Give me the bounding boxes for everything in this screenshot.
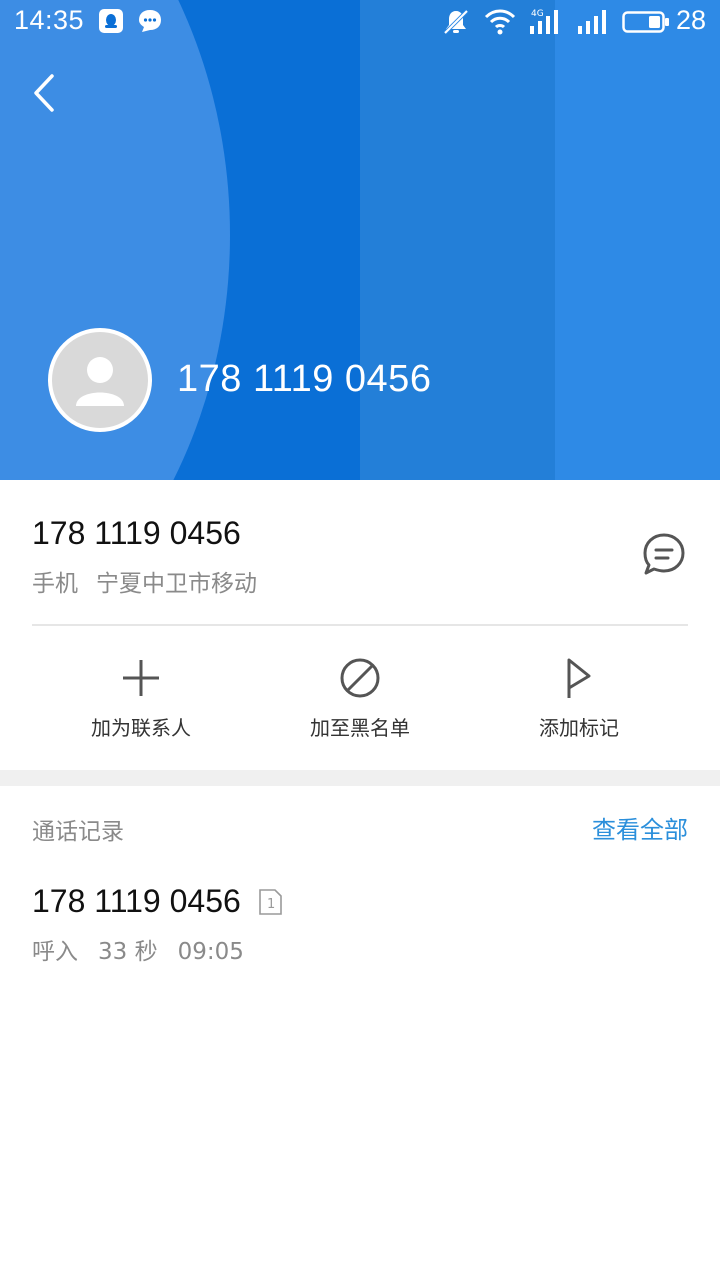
- call-history-title: 通话记录: [32, 819, 124, 845]
- status-bar: 14:35 4G 28: [0, 0, 720, 44]
- add-blacklist-label: 加至黑名单: [310, 716, 410, 740]
- network-type: 4G: [531, 9, 544, 19]
- sim-card-icon: 1: [259, 889, 282, 915]
- number-type: 手机: [32, 571, 78, 597]
- view-all-link[interactable]: 查看全部: [592, 810, 688, 845]
- number-info: 手机 宁夏中卫市移动: [32, 564, 275, 598]
- battery-level: 28: [676, 5, 707, 35]
- add-tag-label: 添加标记: [539, 716, 619, 740]
- phone-number: 178 1119 0456: [32, 515, 241, 551]
- signal-icon: [578, 10, 606, 34]
- section-separator: [0, 770, 720, 786]
- call-time: 09:05: [177, 939, 244, 965]
- call-record-number[interactable]: 178 1119 0456: [32, 883, 241, 920]
- number-location: 宁夏中卫市移动: [96, 571, 257, 597]
- add-tag-button[interactable]: 添加标记: [504, 656, 654, 741]
- call-record-detail: 呼入 33 秒 09:05: [32, 932, 264, 966]
- add-contact-button[interactable]: 加为联系人: [66, 656, 216, 741]
- back-button[interactable]: [26, 70, 66, 116]
- signal-4g-icon: 4G: [530, 9, 558, 34]
- battery-icon: [622, 11, 669, 33]
- header-band: [360, 0, 555, 480]
- avatar: [48, 328, 152, 432]
- bell-muted-icon: [443, 9, 469, 35]
- call-duration: 33 秒: [98, 939, 158, 965]
- plus-icon: [123, 660, 159, 696]
- flag-icon: [567, 658, 591, 698]
- sim-slot-number: 1: [267, 897, 275, 912]
- chevron-left-icon: [34, 74, 54, 112]
- chat-bubble-icon: [139, 10, 161, 32]
- add-blacklist-button[interactable]: 加至黑名单: [285, 656, 435, 741]
- person-icon: [76, 357, 124, 406]
- status-time: 14:35: [14, 5, 85, 35]
- divider: [32, 624, 688, 626]
- add-contact-label: 加为联系人: [91, 716, 191, 740]
- block-icon: [340, 658, 380, 698]
- qq-icon: [99, 9, 123, 33]
- message-icon: [643, 533, 685, 575]
- message-button[interactable]: [640, 530, 688, 578]
- call-direction: 呼入: [32, 939, 78, 965]
- header-phone-number: 178 1119 0456: [177, 358, 432, 400]
- contact-header: 14:35 4G 28 178 1119 0456: [0, 0, 720, 480]
- wifi-icon: [484, 9, 516, 35]
